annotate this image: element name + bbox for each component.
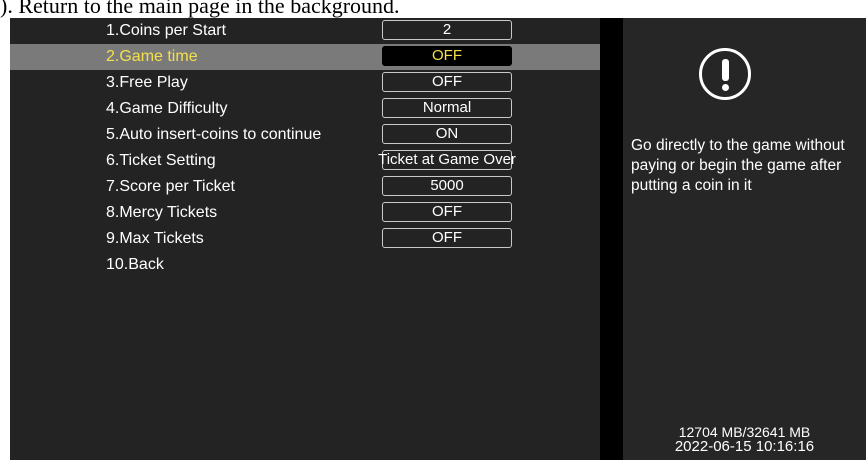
menu-item-value[interactable]: 5000 <box>382 176 512 196</box>
settings-menu: 1.Coins per Start 2 2.Game time OFF 3.Fr… <box>10 18 600 460</box>
menu-item-coins-per-start[interactable]: 1.Coins per Start 2 <box>10 18 600 44</box>
menu-item-mercy-tickets[interactable]: 8.Mercy Tickets OFF <box>10 200 600 226</box>
menu-item-label: 8.Mercy Tickets <box>106 204 218 221</box>
menu-item-score-per-ticket[interactable]: 7.Score per Ticket 5000 <box>10 174 600 200</box>
help-description: Go directly to the game without paying o… <box>631 137 845 194</box>
exclamation-circle-icon <box>699 48 751 100</box>
menu-item-back[interactable]: 10.Back <box>10 252 600 278</box>
menu-item-label: 4.Game Difficulty <box>106 100 228 117</box>
menu-item-label: 10.Back <box>106 256 164 273</box>
menu-item-value[interactable]: ON <box>382 124 512 144</box>
menu-item-value[interactable]: Normal <box>382 98 512 118</box>
menu-item-game-time[interactable]: 2.Game time OFF <box>10 44 600 70</box>
menu-item-value[interactable]: 2 <box>382 20 512 40</box>
help-panel: Go directly to the game without paying o… <box>623 18 866 460</box>
menu-item-value[interactable]: Ticket at Game Over <box>340 150 554 170</box>
menu-item-game-difficulty[interactable]: 4.Game Difficulty Normal <box>10 96 600 122</box>
menu-item-label: 7.Score per Ticket <box>106 178 235 195</box>
menu-item-free-play[interactable]: 3.Free Play OFF <box>10 70 600 96</box>
menu-item-label: 5.Auto insert-coins to continue <box>106 126 322 143</box>
document-caption: ). Return to the main page in the backgr… <box>0 0 400 18</box>
menu-item-label: 2.Game time <box>106 48 198 65</box>
menu-item-value[interactable]: OFF <box>382 72 512 92</box>
menu-item-ticket-setting[interactable]: 6.Ticket Setting Ticket at Game Over <box>10 148 600 174</box>
menu-item-label: 6.Ticket Setting <box>106 152 216 169</box>
settings-screen: 1.Coins per Start 2 2.Game time OFF 3.Fr… <box>10 18 866 460</box>
menu-item-max-tickets[interactable]: 9.Max Tickets OFF <box>10 226 600 252</box>
menu-item-value[interactable]: OFF <box>382 202 512 222</box>
value-text: Ticket at Game Over <box>378 151 516 168</box>
menu-item-label: 9.Max Tickets <box>106 230 204 247</box>
menu-item-value[interactable]: OFF <box>382 46 512 66</box>
menu-item-auto-insert-coins[interactable]: 5.Auto insert-coins to continue ON <box>10 122 600 148</box>
menu-item-value[interactable]: OFF <box>382 228 512 248</box>
system-datetime: 2022-06-15 10:16:16 <box>674 438 815 455</box>
menu-item-label: 3.Free Play <box>106 74 188 91</box>
menu-item-label: 1.Coins per Start <box>106 22 227 39</box>
